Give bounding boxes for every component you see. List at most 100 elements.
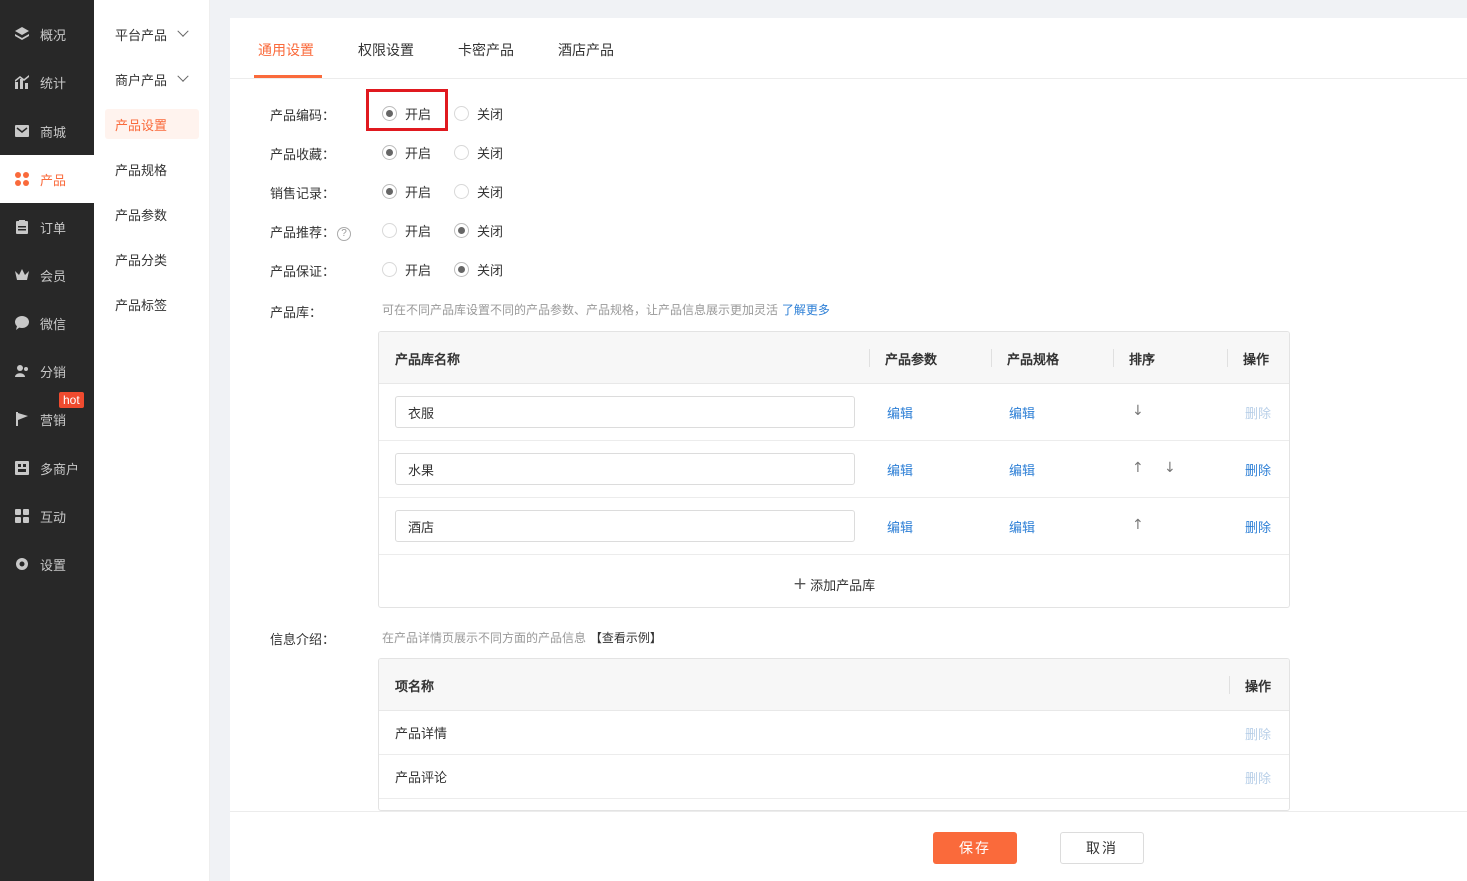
radio-favorites-off[interactable]: 关闭 <box>454 143 503 162</box>
nav-item-members[interactable]: 会员 <box>0 251 94 299</box>
layers-icon <box>13 25 31 43</box>
tab-hotel-products[interactable]: 酒店产品 <box>558 40 614 60</box>
library-name-input[interactable]: 酒店 <box>395 510 855 542</box>
action-footer: 保存 取消 <box>230 811 1467 881</box>
delete-link[interactable]: 删除 <box>1245 460 1271 479</box>
subnav-label: 产品标签 <box>115 298 168 314</box>
product-library-table: 产品库名称 产品参数 产品规格 排序 操作 衣服 编辑 编辑 ↓ 删除 水果 编… <box>378 331 1290 608</box>
radio-dot <box>382 145 397 160</box>
info-label: 信息介绍： <box>270 633 336 648</box>
edit-params-link[interactable]: 编辑 <box>887 460 913 479</box>
setting-label: 产品推荐：? <box>270 222 352 241</box>
delete-link[interactable]: 删除 <box>1245 403 1271 422</box>
radio-guarantee-on[interactable]: 开启 <box>382 260 431 279</box>
view-example-link[interactable]: 【查看示例】 <box>590 631 662 645</box>
arrow-down-icon[interactable]: ↓ <box>1132 403 1144 419</box>
delete-link[interactable]: 删除 <box>1245 517 1271 536</box>
table-header <box>379 659 1289 711</box>
nav-label: 统计 <box>40 76 67 92</box>
nav-label: 设置 <box>40 558 67 574</box>
subnav-product-categories[interactable]: 产品分类 <box>105 244 199 274</box>
nav-item-orders[interactable]: 订单 <box>0 203 94 251</box>
radio-label: 开启 <box>405 264 432 279</box>
nav-item-overview[interactable]: 概况 <box>0 10 94 58</box>
radio-label: 关闭 <box>477 147 504 162</box>
radio-guarantee-off[interactable]: 关闭 <box>454 260 503 279</box>
tab-card-products[interactable]: 卡密产品 <box>458 40 514 60</box>
nav-label: 概况 <box>40 28 67 44</box>
delete-link[interactable]: 删除 <box>1245 768 1271 787</box>
mail-icon <box>13 122 31 140</box>
edit-specs-link[interactable]: 编辑 <box>1009 460 1035 479</box>
col-header: 产品参数 <box>885 352 938 368</box>
nav-item-interaction[interactable]: 互动 <box>0 492 94 540</box>
nav-item-distribution[interactable]: 分销 <box>0 347 94 395</box>
learn-more-link[interactable]: 了解更多 <box>782 303 830 317</box>
table-row: 衣服 编辑 编辑 ↓ 删除 <box>379 384 1289 441</box>
tab-general[interactable]: 通用设置 <box>258 40 314 60</box>
nav-label: 营销 <box>40 413 67 429</box>
info-item-name: 产品评论 <box>395 771 448 786</box>
sub-sidebar: 平台产品 商户产品 产品设置 产品规格 产品参数 产品分类 产品标签 <box>94 0 210 881</box>
subnav-product-tags[interactable]: 产品标签 <box>105 289 199 319</box>
delete-link[interactable]: 删除 <box>1245 724 1271 743</box>
radio-dot <box>382 262 397 277</box>
hot-badge: hot <box>59 392 84 408</box>
subnav-product-params[interactable]: 产品参数 <box>105 199 199 229</box>
cancel-button[interactable]: 取消 <box>1060 832 1144 864</box>
save-button[interactable]: 保存 <box>933 832 1017 864</box>
library-hint: 可在不同产品库设置不同的产品参数、产品规格，让产品信息展示更加灵活 了解更多 <box>382 301 830 318</box>
subnav-label: 产品设置 <box>115 118 168 134</box>
nav-item-wechat[interactable]: 微信 <box>0 299 94 347</box>
subnav-label: 产品规格 <box>115 163 168 179</box>
nav-item-settings[interactable]: 设置 <box>0 540 94 588</box>
col-divider <box>1113 349 1114 367</box>
setting-label: 产品编码： <box>270 109 336 124</box>
settings-card: 通用设置 权限设置 卡密产品 酒店产品 产品编码： 开启 关闭 产品收藏： 开启… <box>230 18 1467 881</box>
radio-recommend-on[interactable]: 开启 <box>382 221 431 240</box>
add-library-button[interactable]: + 添加产品库 <box>379 558 1289 607</box>
subnav-merchant-products[interactable]: 商户产品 <box>105 64 199 94</box>
arrow-down-icon[interactable]: ↓ <box>1164 460 1176 476</box>
library-name-input[interactable]: 衣服 <box>395 396 855 428</box>
edit-params-link[interactable]: 编辑 <box>887 403 913 422</box>
nav-item-mall[interactable]: 商城 <box>0 107 94 155</box>
radio-favorites-on[interactable]: 开启 <box>382 143 431 162</box>
radio-dot <box>454 262 469 277</box>
nav-label: 多商户 <box>40 462 80 478</box>
arrow-up-icon[interactable]: ↑ <box>1132 517 1144 533</box>
nav-item-stats[interactable]: 统计 <box>0 58 94 106</box>
subnav-product-specs[interactable]: 产品规格 <box>105 154 199 184</box>
radio-dot <box>382 184 397 199</box>
radio-product-code-off[interactable]: 关闭 <box>454 104 503 123</box>
col-divider <box>991 349 992 367</box>
arrow-up-icon[interactable]: ↑ <box>1132 460 1144 476</box>
nav-item-product[interactable]: 产品 <box>0 155 94 203</box>
radio-sales-record-off[interactable]: 关闭 <box>454 182 503 201</box>
crown-icon <box>13 266 31 284</box>
clipboard-icon <box>13 218 31 236</box>
library-label: 产品库： <box>270 306 323 321</box>
nav-label: 订单 <box>40 221 67 237</box>
table-row: 产品详情 删除 <box>379 711 1289 755</box>
radio-sales-record-on[interactable]: 开启 <box>382 182 431 201</box>
nav-label: 商城 <box>40 125 67 141</box>
subnav-label: 商户产品 <box>115 73 168 89</box>
nav-item-multi-merchant[interactable]: 多商户 <box>0 444 94 492</box>
add-library-label: 添加产品库 <box>810 578 876 594</box>
radio-label: 关闭 <box>477 225 504 240</box>
edit-specs-link[interactable]: 编辑 <box>1009 517 1035 536</box>
radio-dot <box>454 145 469 160</box>
radio-label: 关闭 <box>477 264 504 279</box>
nav-label: 微信 <box>40 317 67 333</box>
tab-permissions[interactable]: 权限设置 <box>358 40 414 60</box>
subnav-product-settings[interactable]: 产品设置 <box>105 109 199 139</box>
setting-label-text: 产品推荐： <box>270 226 336 241</box>
subnav-platform-products[interactable]: 平台产品 <box>105 19 199 49</box>
nav-label: 产品 <box>40 173 67 189</box>
library-name-input[interactable]: 水果 <box>395 453 855 485</box>
edit-specs-link[interactable]: 编辑 <box>1009 403 1035 422</box>
edit-params-link[interactable]: 编辑 <box>887 517 913 536</box>
radio-recommend-off[interactable]: 关闭 <box>454 221 503 240</box>
help-icon[interactable]: ? <box>337 226 352 241</box>
